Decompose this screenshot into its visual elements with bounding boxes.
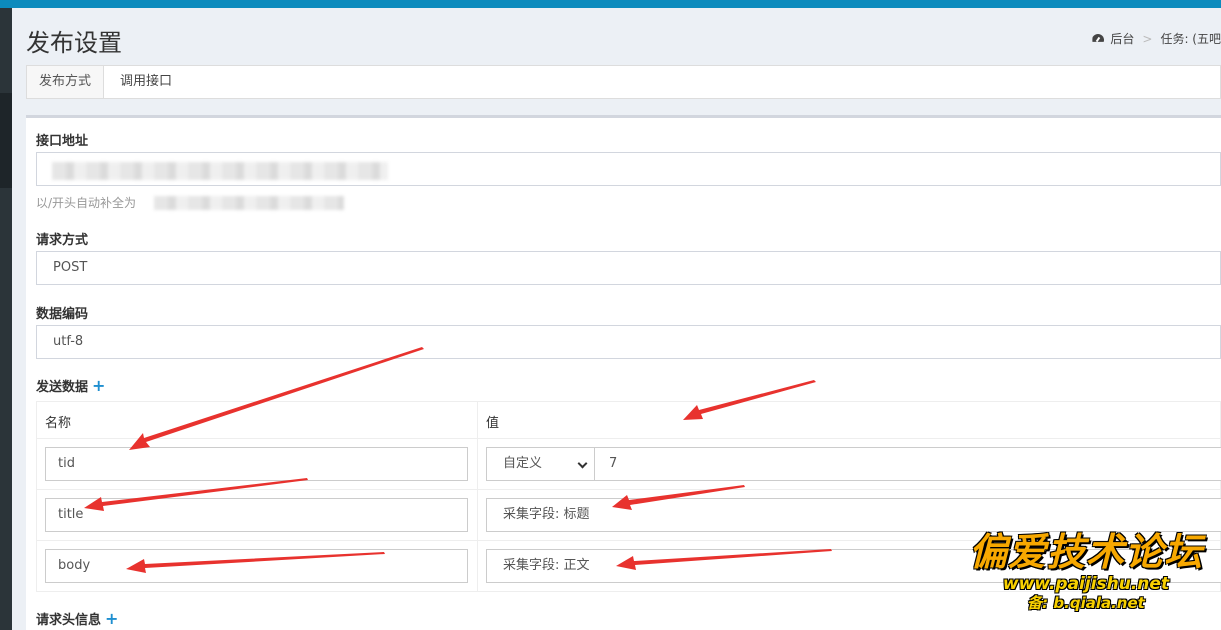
watermark-backup-url: 备: b.qiala.net (1027, 594, 1145, 612)
row-type-select[interactable]: 自定义 (486, 447, 595, 481)
api-url-help: 以/开头自动补全为 (36, 196, 137, 210)
redacted-url (52, 162, 388, 180)
watermark-title: 偏爱技术论坛 (968, 530, 1203, 574)
column-value-header: 值 (486, 416, 500, 431)
watermark-url: www.paijishu.net (1002, 574, 1170, 594)
breadcrumb-separator: > (1142, 31, 1153, 46)
column-name-header: 名称 (45, 416, 72, 431)
redacted-help (154, 196, 344, 210)
method-select[interactable]: POST (36, 251, 1221, 285)
headers-label: 请求头信息 + (36, 609, 118, 628)
add-header-icon[interactable]: + (105, 609, 118, 628)
row-value-input[interactable]: 采集字段: 标题 (486, 498, 1221, 532)
table-row: tid 自定义 7 (37, 439, 1221, 490)
breadcrumb-current: 任务: (五吧 (1160, 32, 1221, 46)
headers-text: 请求头信息 (36, 613, 102, 628)
row-name-input[interactable]: body (45, 549, 468, 583)
row-name-input[interactable]: title (45, 498, 468, 532)
table-header: 名称 值 (37, 402, 1221, 439)
row-type-value: 自定义 (503, 456, 543, 471)
sidebar-segment (0, 93, 12, 188)
top-bar (0, 0, 1221, 8)
encoding-label: 数据编码 (36, 307, 89, 322)
add-send-data-icon[interactable]: + (92, 376, 105, 395)
tab-call-api[interactable]: 调用接口 (104, 66, 184, 98)
row-name-input[interactable]: tid (45, 447, 468, 481)
breadcrumb: 后台 > 任务: (五吧 (1092, 30, 1221, 47)
forum-watermark: 偏爱技术论坛 www.paijishu.net 备: b.qiala.net (955, 530, 1217, 612)
tab-publish-method[interactable]: 发布方式 (27, 66, 105, 98)
breadcrumb-home[interactable]: 后台 (1110, 30, 1134, 47)
row-value-input[interactable]: 7 (594, 447, 1221, 481)
send-data-label: 发送数据 + (36, 376, 105, 395)
send-data-text: 发送数据 (36, 380, 89, 395)
encoding-select[interactable]: utf-8 (36, 325, 1221, 359)
sidebar-edge (0, 8, 12, 630)
method-label: 请求方式 (36, 233, 89, 248)
chevron-down-icon (577, 458, 588, 469)
dashboard-icon (1092, 34, 1104, 44)
tab-bar: 发布方式 调用接口 (26, 65, 1221, 99)
api-url-label: 接口地址 (36, 134, 89, 149)
page-title: 发布设置 (26, 29, 122, 57)
